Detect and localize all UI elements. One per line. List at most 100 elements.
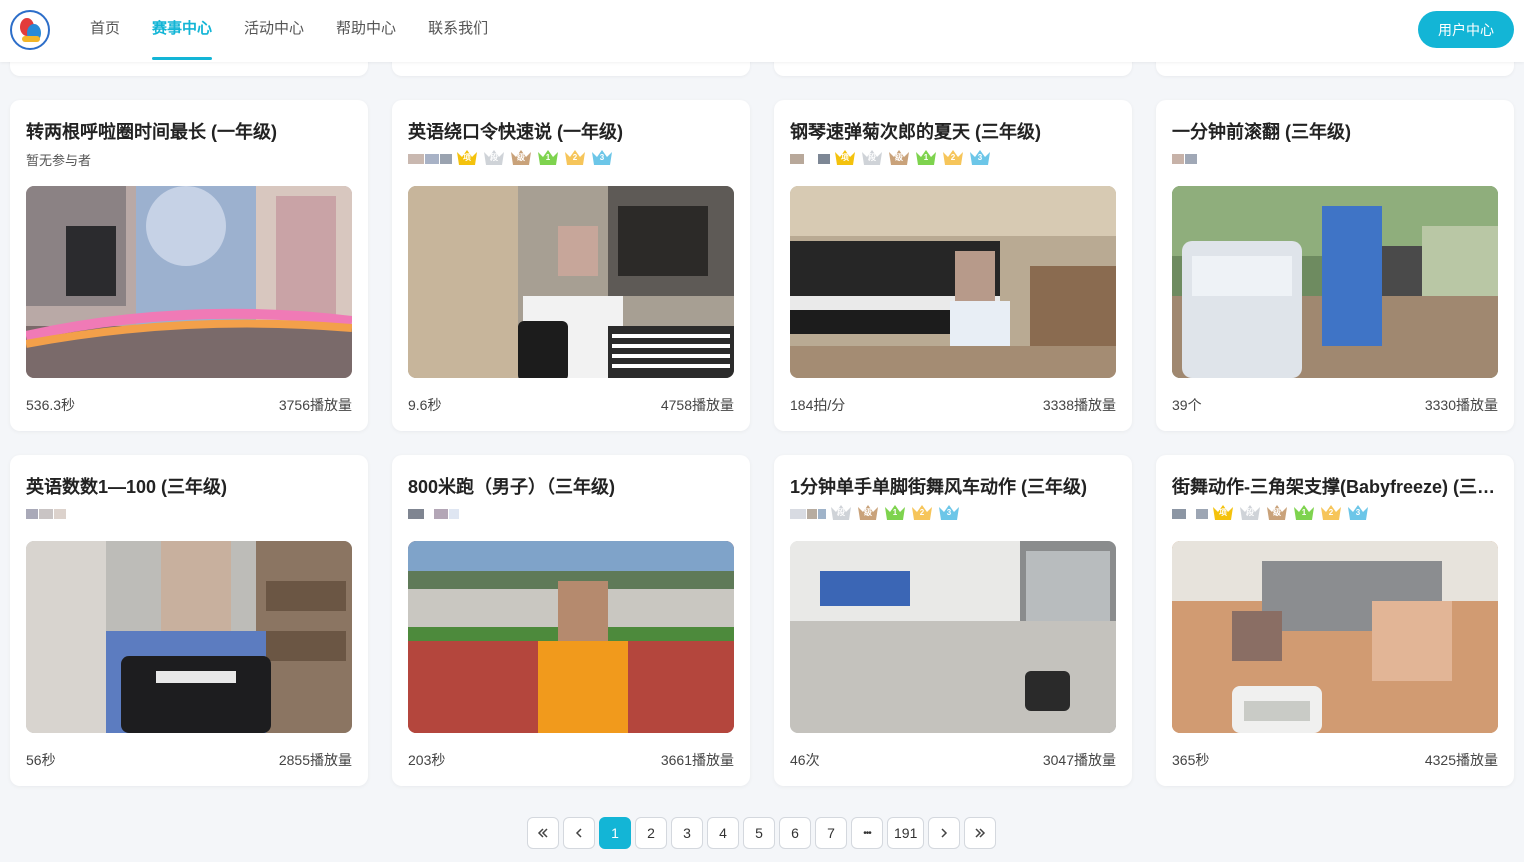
crown-badge-icon: 2 xyxy=(941,148,965,166)
nav-contact-us[interactable]: 联系我们 xyxy=(412,0,504,62)
chevron-left-icon xyxy=(575,828,582,838)
participant-avatar-blurred xyxy=(434,509,448,519)
nav-help-center[interactable]: 帮助中心 xyxy=(320,0,412,62)
card-title[interactable]: 英语绕口令快速说 (一年级) xyxy=(408,118,734,144)
participants-row xyxy=(26,505,67,523)
competition-card[interactable]: 800米跑（男子）（三年级) 203秒 3661播放量 xyxy=(392,455,750,786)
next-page-button[interactable] xyxy=(928,817,961,849)
card-views: 4758播放量 xyxy=(660,397,734,413)
participant-avatar-blurred xyxy=(790,509,806,519)
tongue-twister-video-thumbnail[interactable] xyxy=(408,186,734,378)
card-score: 365秒 xyxy=(1172,752,1210,768)
crown-badge-icon: 3 xyxy=(590,148,614,166)
crown-badge-label: 项 xyxy=(463,152,471,162)
page-button[interactable]: 1 xyxy=(599,817,631,849)
card-title[interactable]: 街舞动作-三角架支撑(Babyfreeze) (三年级) xyxy=(1172,473,1498,499)
crown-badge-label: 项 xyxy=(1219,507,1227,517)
page-ellipsis-button[interactable]: ••• xyxy=(851,817,883,849)
babyfreeze-video-thumbnail[interactable] xyxy=(1172,541,1498,733)
competition-card[interactable]: 转两根呼啦圈时间最长 (一年级) 暂无参与者 536.3秒 3756播放量 xyxy=(10,100,368,431)
crown-badge-icon: 项 xyxy=(455,148,479,166)
crown-badge-label: 3 xyxy=(977,152,983,162)
page-button[interactable]: 2 xyxy=(635,817,667,849)
no-participants-text: 暂无参与者 xyxy=(26,152,92,168)
pagination: 1 2 3 4 5 6 7 ••• 191 xyxy=(527,817,1000,849)
card-title[interactable]: 转两根呼啦圈时间最长 (一年级) xyxy=(26,118,352,144)
piano-video-thumbnail[interactable] xyxy=(790,186,1116,378)
crown-badge-label: 2 xyxy=(572,152,578,162)
card-title[interactable]: 1分钟单手单脚街舞风车动作 (三年级) xyxy=(790,473,1116,499)
crown-badge-icon: 1 xyxy=(536,148,560,166)
page-button[interactable]: 7 xyxy=(815,817,847,849)
card-title[interactable]: 钢琴速弹菊次郎的夏天 (三年级) xyxy=(790,118,1116,144)
card-score: 184拍/分 xyxy=(790,397,846,413)
crown-badge-label: 1 xyxy=(545,152,551,162)
crown-badge-icon: 级 xyxy=(1265,503,1289,521)
card-title[interactable]: 800米跑（男子）（三年级) xyxy=(408,473,734,499)
first-page-button[interactable] xyxy=(527,817,559,849)
participant-avatar-blurred xyxy=(449,509,459,519)
participant-avatar-blurred xyxy=(39,509,53,519)
participant-avatar-blurred xyxy=(790,154,804,164)
crown-badge-icon: 项 xyxy=(1211,503,1235,521)
participant-avatar-blurred xyxy=(818,154,830,164)
crown-badge-icon: 级 xyxy=(887,148,911,166)
crown-badge-icon: 段 xyxy=(1238,503,1262,521)
crown-badge-icon: 级 xyxy=(856,503,880,521)
competition-card[interactable]: 英语绕口令快速说 (一年级) 项 段 级 1 2 3 9.6秒 4758播放量 xyxy=(392,100,750,431)
page-button[interactable]: 5 xyxy=(743,817,775,849)
nav-home[interactable]: 首页 xyxy=(74,0,136,62)
crown-badge-label: 段 xyxy=(1246,507,1254,517)
competition-card[interactable]: 1分钟单手单脚街舞风车动作 (三年级) 段 级 1 2 3 46次 3047播放量 xyxy=(774,455,1132,786)
participants-row xyxy=(408,505,460,523)
crown-badge-icon: 段 xyxy=(860,148,884,166)
crown-badge-icon: 2 xyxy=(1319,503,1343,521)
main-nav: 首页 赛事中心 活动中心 帮助中心 联系我们 xyxy=(74,0,504,62)
participants-row: 暂无参与者 xyxy=(26,150,91,168)
hula-hoop-video-thumbnail[interactable] xyxy=(26,186,352,378)
nav-competition-center[interactable]: 赛事中心 xyxy=(136,0,228,62)
participant-avatar-blurred xyxy=(408,509,424,519)
competition-card[interactable]: 钢琴速弹菊次郎的夏天 (三年级) 项 段 级 1 2 3 184拍/分 3338播放量 xyxy=(774,100,1132,431)
page-button[interactable]: 6 xyxy=(779,817,811,849)
participant-avatar-blurred xyxy=(26,509,38,519)
running-track-video-thumbnail[interactable] xyxy=(408,541,734,733)
prev-page-button[interactable] xyxy=(563,817,595,849)
user-center-button[interactable]: 用户中心 xyxy=(1418,11,1514,48)
crown-badge-label: 2 xyxy=(950,152,956,162)
crown-badge-icon: 3 xyxy=(937,503,961,521)
cartwheel-video-thumbnail[interactable] xyxy=(1172,186,1498,378)
competition-card[interactable]: 一分钟前滚翻 (三年级) 39个 3330播放量 xyxy=(1156,100,1514,431)
crown-badge-label: 项 xyxy=(841,152,849,162)
last-page-button[interactable] xyxy=(964,817,997,849)
crown-badge-label: 级 xyxy=(517,152,525,162)
card-title[interactable]: 英语数数1—100 (三年级) xyxy=(26,473,352,499)
crown-badge-icon: 段 xyxy=(482,148,506,166)
crown-badge-label: 级 xyxy=(895,152,903,162)
card-title[interactable]: 一分钟前滚翻 (三年级) xyxy=(1172,118,1498,144)
top-header: 首页 赛事中心 活动中心 帮助中心 联系我们 用户中心 xyxy=(0,0,1524,62)
breakdance-video-thumbnail[interactable] xyxy=(790,541,1116,733)
counting-video-thumbnail[interactable] xyxy=(26,541,352,733)
participants-row: 项 段 级 1 2 3 xyxy=(408,148,617,168)
page-button[interactable]: 3 xyxy=(671,817,703,849)
nav-activity-center[interactable]: 活动中心 xyxy=(228,0,320,62)
crown-badge-label: 2 xyxy=(1328,507,1334,517)
participant-avatar-blurred xyxy=(807,509,817,519)
participants-row: 项 段 级 1 2 3 xyxy=(1172,503,1373,523)
double-chevron-right-icon xyxy=(975,828,986,838)
participant-avatar-blurred xyxy=(1172,509,1186,519)
card-views: 3338播放量 xyxy=(1042,397,1116,413)
crown-badge-icon: 1 xyxy=(914,148,938,166)
crown-badge-icon: 段 xyxy=(829,503,853,521)
crown-badge-icon: 2 xyxy=(910,503,934,521)
participant-avatar-blurred xyxy=(54,509,66,519)
last-page-number-button[interactable]: 191 xyxy=(887,817,925,849)
crown-badge-icon: 3 xyxy=(968,148,992,166)
participants-row xyxy=(1172,150,1198,168)
competition-card[interactable]: 英语数数1—100 (三年级) 56秒 2855播放量 xyxy=(10,455,368,786)
page-button[interactable]: 4 xyxy=(707,817,739,849)
crown-badge-icon: 2 xyxy=(563,148,587,166)
school-logo-icon[interactable] xyxy=(10,10,50,50)
competition-card[interactable]: 街舞动作-三角架支撑(Babyfreeze) (三年级) 项 段 级 1 2 3 365秒… xyxy=(1156,455,1514,786)
